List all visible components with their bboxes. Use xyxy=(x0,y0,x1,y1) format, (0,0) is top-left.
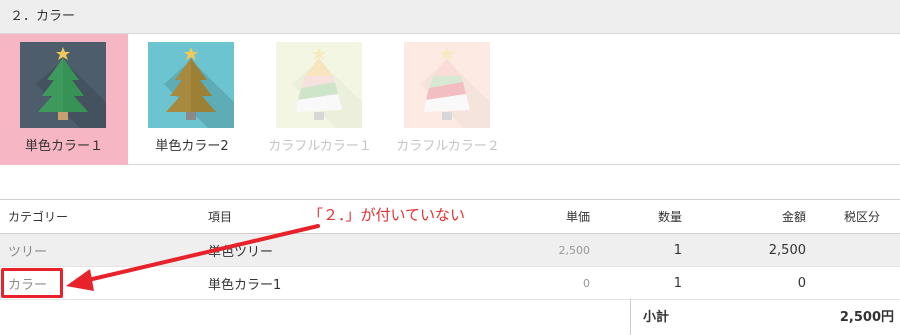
table-row: ツリー 単色ツリー 2,500 1 2,500 xyxy=(0,234,900,267)
swatch-colorful-color-2: カラフルカラー２ xyxy=(384,34,512,165)
tree-thumbnail-icon xyxy=(148,42,234,128)
row-quantity: 1 xyxy=(673,275,682,291)
row-quantity: 1 xyxy=(673,242,682,258)
annotation-highlight-box xyxy=(1,268,63,298)
section-header: ２．カラー xyxy=(0,0,900,34)
swatch-solid-color-1[interactable]: 単色カラー１ xyxy=(0,34,128,165)
swatch-label: カラフルカラー１ xyxy=(268,139,372,154)
header-category: カテゴリー xyxy=(8,210,69,224)
row-item: 単色ツリー xyxy=(208,244,274,260)
row-unit-price: 2,500 xyxy=(558,243,591,257)
swatch-label: 単色カラー2 xyxy=(155,139,229,154)
section-title: ２．カラー xyxy=(10,9,76,24)
swatch-solid-color-2[interactable]: 単色カラー2 xyxy=(128,34,256,165)
tree-thumbnail-icon xyxy=(20,42,106,128)
subtotal-label: 小計 xyxy=(643,310,670,325)
color-swatch-row: 単色カラー１ 単色カラー2 カラフルカラー１ カラフルカラー２ xyxy=(0,34,900,165)
tree-thumbnail-icon xyxy=(276,42,362,128)
header-unit-price: 単価 xyxy=(565,210,590,224)
row-category: ツリー xyxy=(8,244,48,260)
row-amount: 2,500 xyxy=(768,242,806,258)
header-quantity: 数量 xyxy=(657,210,682,224)
swatch-colorful-color-1: カラフルカラー１ xyxy=(256,34,384,165)
tree-thumbnail-icon xyxy=(404,42,490,128)
header-amount: 金額 xyxy=(781,210,806,224)
annotation-text: 「２．」が付いていない xyxy=(308,206,466,224)
swatch-label: 単色カラー１ xyxy=(24,139,103,154)
row-unit-price: 0 xyxy=(583,276,590,290)
row-item: 単色カラー1 xyxy=(208,277,282,293)
subtotal-row: 小計 2,500円 xyxy=(630,298,900,335)
table-row: カラー 単色カラー1 0 1 0 xyxy=(0,267,900,300)
row-amount: 0 xyxy=(797,275,806,291)
header-tax: 税区分 xyxy=(843,210,880,224)
header-item: 項目 xyxy=(208,210,233,224)
subtotal-value: 2,500円 xyxy=(839,310,894,325)
swatch-label: カラフルカラー２ xyxy=(396,139,500,154)
